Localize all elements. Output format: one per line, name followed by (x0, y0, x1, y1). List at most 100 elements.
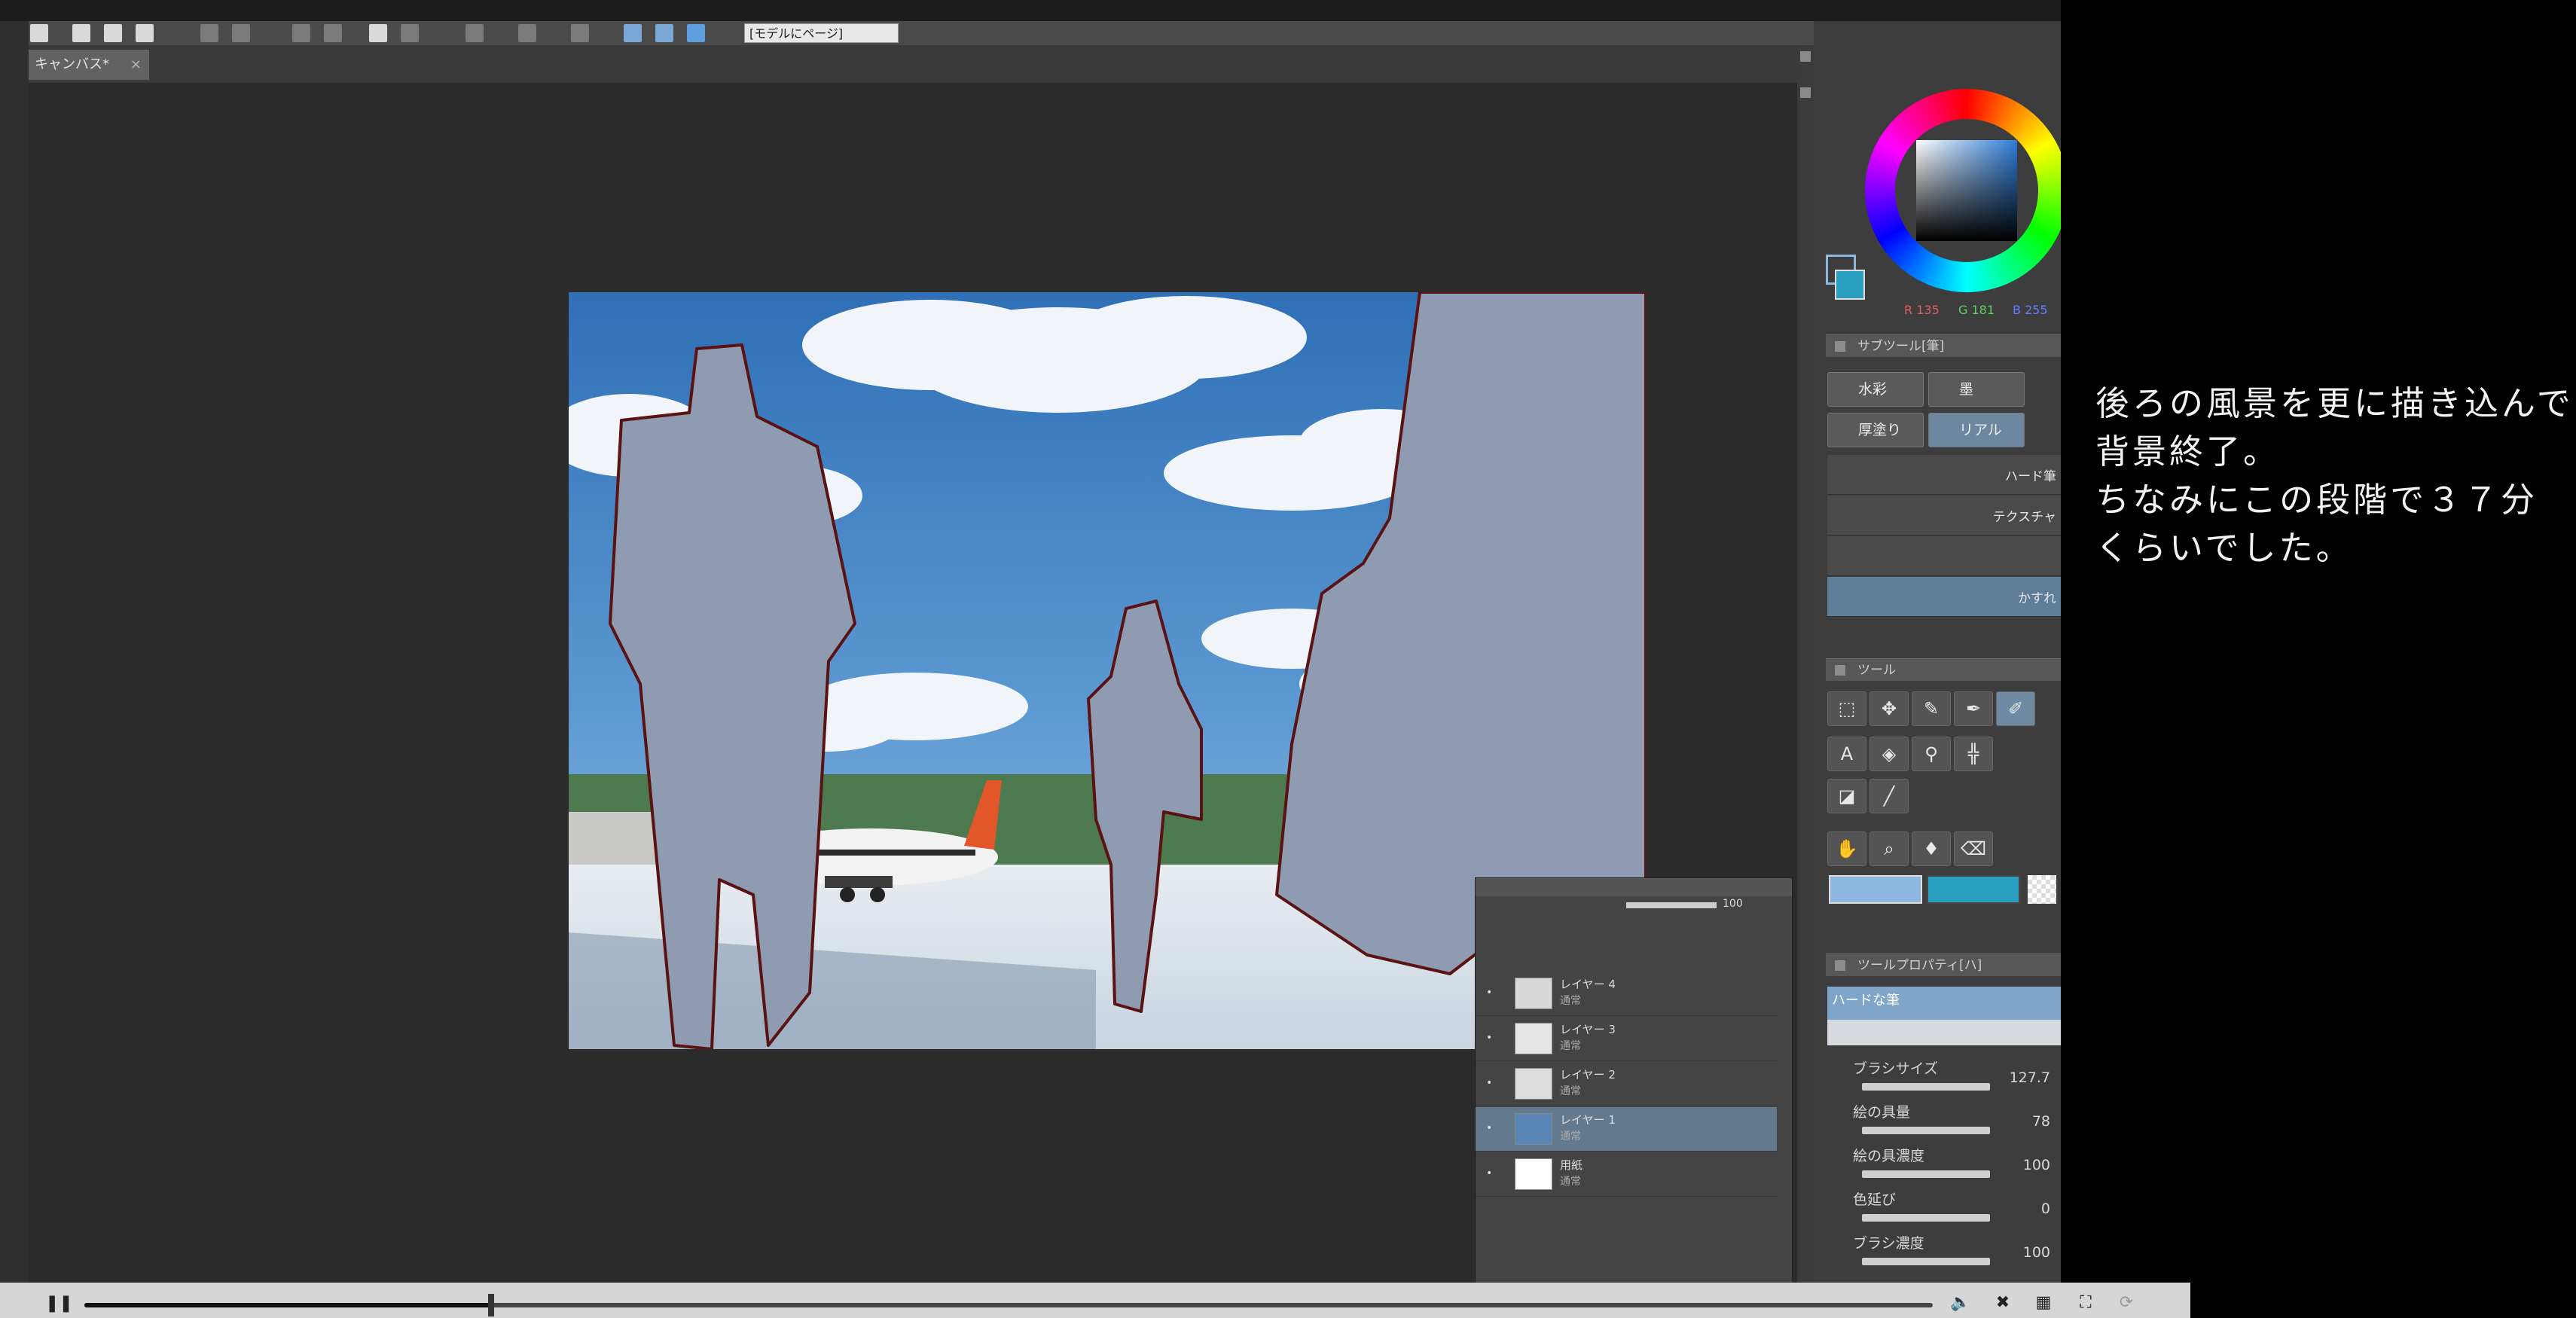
brush-preset[interactable]: テクスチャ (1827, 496, 2061, 535)
panel-grip-icon (1835, 960, 1845, 971)
watercolor-tool-icon[interactable]: ✐ (1996, 691, 2035, 726)
brush-preset[interactable] (1827, 536, 2061, 576)
fill-tool-icon[interactable]: ◈ (1869, 737, 1909, 771)
layer-opacity-slider[interactable] (1626, 902, 1717, 908)
hand-tool-icon[interactable]: ✋ (1827, 831, 1866, 866)
property-bar[interactable] (1862, 1127, 1990, 1134)
main-color-swatch[interactable] (1835, 270, 1865, 300)
panel-splitter[interactable] (1814, 21, 1826, 1283)
move-tool-icon[interactable]: ✥ (1869, 691, 1909, 726)
ruler-tool-icon[interactable]: ╬ (1954, 737, 1993, 771)
replay-icon[interactable]: ⟳ (2115, 1292, 2138, 1313)
select-icon[interactable] (401, 24, 419, 42)
crop-icon[interactable] (324, 24, 342, 42)
brush-preset-selected[interactable]: かすれ (1827, 577, 2061, 617)
magnify-tool-icon[interactable]: ⌕ (1869, 831, 1909, 866)
subtool-real-button[interactable]: リアル (1928, 413, 2025, 447)
new-file-icon[interactable] (72, 24, 90, 42)
brush-density-slider[interactable]: ブラシ濃度 100 (1853, 1232, 2056, 1274)
layer-mode: 通常 (1560, 1040, 1581, 1052)
document-tab[interactable]: キャンバス* × (29, 50, 149, 80)
eye-icon[interactable]: • (1486, 1032, 1497, 1044)
layer-mode: 通常 (1560, 1130, 1581, 1143)
sub-color-bar[interactable] (1829, 875, 1922, 904)
seek-bar-progress (84, 1303, 491, 1307)
eye-icon[interactable]: • (1486, 987, 1497, 999)
transparent-color-icon[interactable] (2028, 875, 2056, 904)
brush-preset-label: ハード筆 (2005, 469, 2056, 484)
property-bar[interactable] (1862, 1083, 1990, 1091)
layer-mode: 通常 (1560, 1176, 1581, 1188)
eraser-icon[interactable] (655, 24, 673, 42)
subtool-thickpaint-button[interactable]: 厚塗り (1827, 413, 1924, 447)
right-dock-panel: R 135 G 181 B 255 サブツール[筆] 水彩 墨 厚塗り リアル … (1826, 21, 2061, 1283)
layer-row[interactable]: • レイヤー 2 通常 (1476, 1062, 1777, 1106)
line-tool-icon[interactable]: ╱ (1869, 779, 1909, 813)
fullscreen-icon[interactable]: ⛶ (2074, 1292, 2097, 1313)
toolbar-field[interactable]: [モデルにページ] (744, 23, 899, 43)
tool-panel-header[interactable]: ツール (1826, 658, 2061, 681)
subtool-button-label: 厚塗り (1858, 422, 1902, 438)
close-captions-icon[interactable]: ✖ (1992, 1292, 2014, 1313)
redo-icon[interactable] (232, 24, 250, 42)
layer-row[interactable]: • 用紙 通常 (1476, 1152, 1777, 1197)
ruler-icon[interactable] (465, 24, 484, 42)
paint-amount-slider[interactable]: 絵の具量 78 (1853, 1101, 2056, 1143)
property-bar[interactable] (1862, 1170, 1990, 1178)
subtool-watercolor-button[interactable]: 水彩 (1827, 372, 1924, 407)
color-readout-r: R 135 (1904, 303, 1940, 317)
eye-icon[interactable]: • (1486, 1122, 1497, 1134)
main-color-bar[interactable] (1927, 875, 2020, 904)
seek-handle[interactable] (487, 1294, 494, 1316)
open-file-icon[interactable] (104, 24, 122, 42)
property-label: 絵の具濃度 (1853, 1148, 1925, 1164)
layer-thumbnail (1515, 1068, 1552, 1100)
paint-density-slider[interactable]: 絵の具濃度 100 (1853, 1145, 2056, 1187)
transform-icon[interactable] (292, 24, 310, 42)
brush-icon[interactable] (687, 24, 705, 42)
volume-icon[interactable]: 🔈 (1949, 1292, 1972, 1313)
save-icon[interactable] (136, 24, 154, 42)
frame-icon[interactable] (571, 24, 589, 42)
subtool-panel-header[interactable]: サブツール[筆] (1826, 334, 2061, 357)
eraser-tool-icon[interactable]: ⌫ (1954, 831, 1993, 866)
pen-tool-icon[interactable]: ✎ (1912, 691, 1951, 726)
pen-icon[interactable] (624, 24, 642, 42)
scroll-down-icon[interactable] (1800, 87, 1811, 98)
brush-preset[interactable]: ハード筆 (1827, 455, 2061, 495)
layer-mode: 通常 (1560, 995, 1581, 1007)
eye-icon[interactable]: • (1486, 1167, 1497, 1179)
blend-tool-icon[interactable]: ♦ (1912, 831, 1951, 866)
text-tool-icon[interactable]: A (1827, 737, 1866, 771)
layer-row[interactable]: • レイヤー 4 通常 (1476, 972, 1777, 1016)
property-bar[interactable] (1862, 1258, 1990, 1265)
canvas-scrollbar[interactable] (1797, 45, 1814, 1283)
fill-icon[interactable] (369, 24, 387, 42)
scroll-up-icon[interactable] (1800, 51, 1811, 62)
layer-row[interactable]: • レイヤー 3 通常 (1476, 1017, 1777, 1061)
close-icon[interactable]: × (130, 50, 142, 80)
layer-row-selected[interactable]: • レイヤー 1 通常 (1476, 1107, 1777, 1152)
grid-icon[interactable] (518, 24, 536, 42)
eye-icon[interactable]: • (1486, 1077, 1497, 1089)
quality-icon[interactable]: ▦ (2032, 1292, 2055, 1313)
layer-panel-titlebar[interactable] (1476, 878, 1792, 896)
gradient-tool-icon[interactable]: ◪ (1827, 779, 1866, 813)
caption-line: ちなみにこの段階で３７分 (2095, 480, 2538, 520)
pause-icon[interactable]: ❚❚ (45, 1294, 73, 1313)
zoom-tool-icon[interactable]: ⚲ (1912, 737, 1951, 771)
brush-size-slider[interactable]: ブラシサイズ 127.7 (1853, 1057, 2056, 1100)
color-stretch-slider[interactable]: 色延び 0 (1853, 1188, 2056, 1231)
brush-tool-icon[interactable]: ✒ (1954, 691, 1993, 726)
color-square[interactable] (1916, 140, 2017, 241)
selection-tool-icon[interactable]: ⬚ (1827, 691, 1866, 726)
tool-property-header[interactable]: ツールプロパティ[ハ] (1826, 953, 2061, 976)
layer-panel: 100 • レイヤー 4 通常 • レイヤー 3 通常 • レイヤー 2 通常 … (1475, 877, 1793, 1283)
tool-property-title: ツールプロパティ[ハ] (1857, 958, 1982, 973)
undo-icon[interactable] (200, 24, 218, 42)
property-value: 127.7 (2009, 1069, 2050, 1086)
layer-thumbnail (1515, 978, 1552, 1009)
app-icon[interactable] (30, 24, 48, 42)
property-bar[interactable] (1862, 1214, 1990, 1222)
subtool-ink-button[interactable]: 墨 (1928, 372, 2025, 407)
